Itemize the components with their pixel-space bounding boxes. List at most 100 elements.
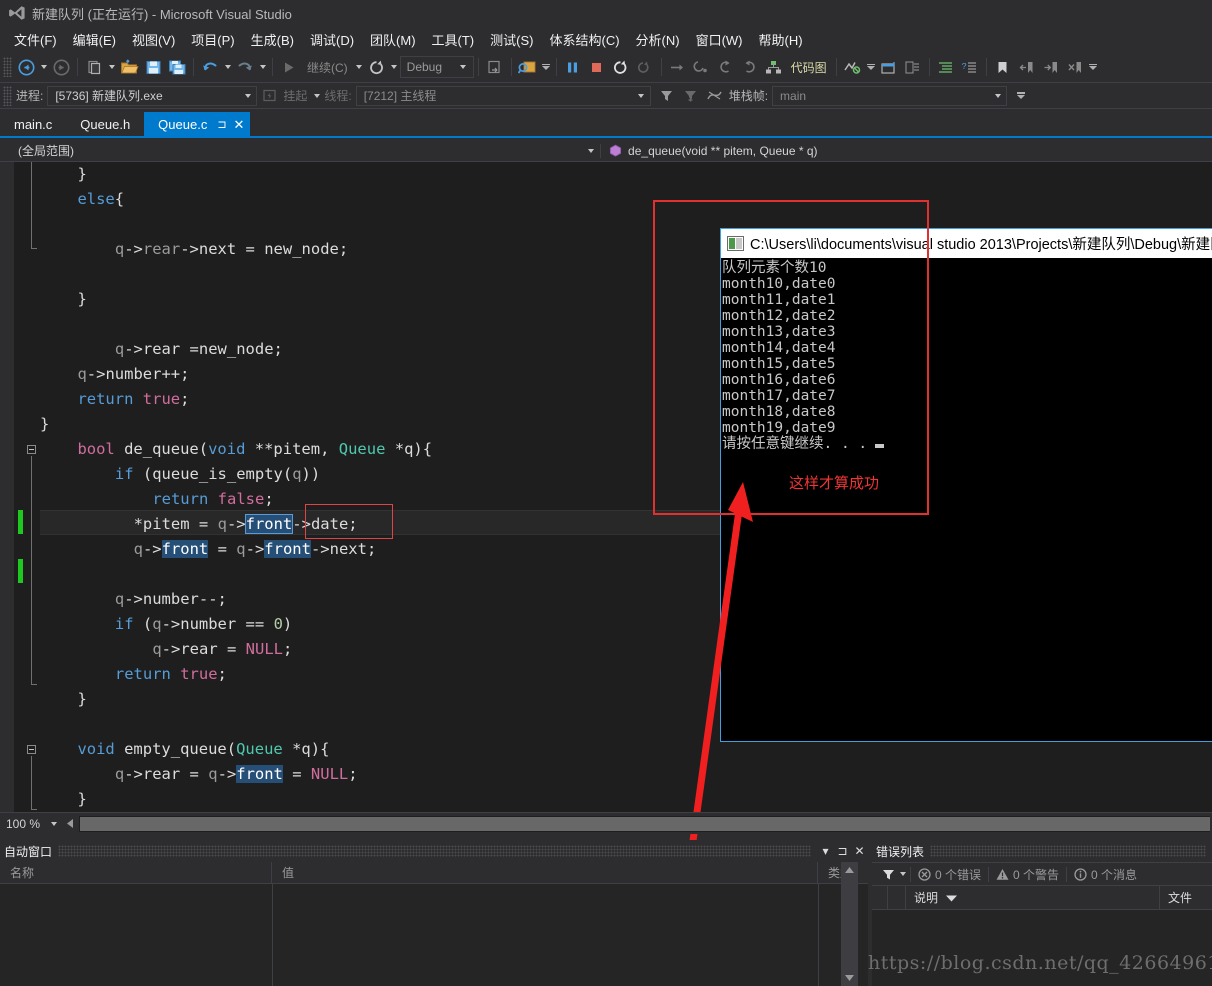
menu-file[interactable]: 文件(F)	[6, 27, 65, 52]
menu-edit[interactable]: 编辑(E)	[65, 27, 124, 52]
undo-icon[interactable]	[198, 55, 222, 79]
toggle-bookmark-icon[interactable]	[991, 55, 1015, 79]
continue-play-icon[interactable]	[277, 55, 301, 79]
toolbar-overflow-icon[interactable]	[1087, 55, 1099, 79]
open-folder-icon[interactable]	[117, 55, 141, 79]
filter-icon[interactable]	[655, 84, 679, 108]
step-return-icon[interactable]	[738, 55, 762, 79]
process-select[interactable]: [5736] 新建队列.exe	[47, 85, 258, 106]
stack-frame-icon[interactable]	[703, 84, 727, 108]
undo-dropdown[interactable]	[222, 55, 233, 79]
warnings-chip[interactable]: 0 个警告	[991, 866, 1064, 883]
close-icon[interactable]: ✕	[234, 118, 245, 131]
thread-select[interactable]: [7212] 主线程	[355, 85, 651, 106]
column-description[interactable]: 说明	[906, 885, 1160, 910]
code-map-icon[interactable]	[762, 55, 786, 79]
menu-architecture[interactable]: 体系结构(C)	[541, 27, 627, 52]
tab-main-c[interactable]: main.c	[0, 112, 66, 136]
horizontal-scroll-thumb[interactable]	[80, 816, 1210, 831]
breakpoint-margin[interactable]	[14, 162, 32, 812]
scope-select[interactable]: (全局范围)	[0, 139, 600, 163]
member-select[interactable]: de_queue(void ** pitem, Queue * q)	[600, 143, 1212, 158]
scroll-up-icon[interactable]	[841, 862, 858, 879]
autos-grid[interactable]: 名称 值 类型	[0, 861, 868, 986]
menu-view[interactable]: 视图(V)	[124, 27, 183, 52]
collapse-toggle-empty-queue[interactable]	[27, 745, 36, 754]
scroll-left-icon[interactable]	[63, 815, 79, 832]
messages-chip[interactable]: 0 个消息	[1069, 866, 1142, 883]
menu-tools[interactable]: 工具(T)	[424, 27, 483, 52]
errors-chip[interactable]: 0 个错误	[913, 866, 986, 883]
menu-debug[interactable]: 调试(D)	[302, 27, 362, 52]
horizontal-scrollbar[interactable]	[63, 815, 1210, 832]
chevron-down-icon[interactable]: ▾	[817, 842, 834, 860]
panel-drag-handle[interactable]	[930, 845, 1206, 857]
previous-bookmark-icon[interactable]	[1015, 55, 1039, 79]
toolbar-grip[interactable]	[3, 57, 12, 77]
collapse-toggle-de-queue[interactable]	[27, 445, 36, 454]
stack-frame-select[interactable]: main	[772, 85, 1008, 106]
show-next-statement-icon[interactable]	[633, 55, 657, 79]
redo-icon[interactable]	[233, 55, 257, 79]
menu-help[interactable]: 帮助(H)	[751, 27, 811, 52]
menu-window[interactable]: 窗口(W)	[688, 27, 751, 52]
restart-icon[interactable]	[365, 55, 389, 79]
attach-to-process-icon[interactable]	[483, 55, 507, 79]
navigate-forward-icon[interactable]	[49, 55, 73, 79]
pin-icon[interactable]: ⊐	[834, 842, 851, 860]
column-file[interactable]: 文件	[1160, 886, 1212, 910]
continue-button[interactable]: 继续(C)	[301, 55, 354, 79]
autos-vertical-scrollbar[interactable]	[841, 862, 858, 986]
filter-icon[interactable]	[880, 865, 897, 883]
diagnostic-tools-icon[interactable]	[841, 55, 865, 79]
menu-test[interactable]: 测试(S)	[482, 27, 541, 52]
scroll-down-icon[interactable]	[841, 969, 858, 986]
solution-configuration-select[interactable]: Debug	[399, 56, 474, 78]
new-item-dropdown[interactable]	[106, 55, 117, 79]
navigate-back-dropdown[interactable]	[38, 55, 49, 79]
autos-rows[interactable]	[0, 884, 868, 986]
filter-dropdown[interactable]	[897, 862, 908, 886]
menu-build[interactable]: 生成(B)	[243, 27, 302, 52]
column-value[interactable]: 值	[272, 861, 818, 884]
stop-debugging-icon[interactable]	[585, 55, 609, 79]
find-overflow-icon[interactable]	[540, 55, 552, 79]
navigate-back-icon[interactable]	[14, 55, 38, 79]
pin-icon[interactable]: ⊐	[217, 118, 226, 131]
column-name[interactable]: 名称	[0, 861, 272, 884]
clear-bookmarks-icon[interactable]	[1063, 55, 1087, 79]
comment-selection-icon[interactable]	[901, 55, 925, 79]
step-into-icon[interactable]	[690, 55, 714, 79]
continue-dropdown[interactable]	[354, 55, 365, 79]
format-document-icon[interactable]: ?	[958, 55, 982, 79]
suspend-dropdown[interactable]	[311, 84, 322, 108]
tab-queue-c[interactable]: Queue.c ⊐ ✕	[144, 112, 251, 136]
redo-dropdown[interactable]	[257, 55, 268, 79]
diagnostics-overflow-icon[interactable]	[865, 55, 877, 79]
suspend-icon[interactable]	[257, 84, 281, 108]
restart-debugging-icon[interactable]	[609, 55, 633, 79]
menu-project[interactable]: 项目(P)	[183, 27, 242, 52]
break-all-icon[interactable]	[561, 55, 585, 79]
find-in-files-icon[interactable]	[516, 55, 540, 79]
new-item-icon[interactable]	[82, 55, 106, 79]
save-all-icon[interactable]	[165, 55, 189, 79]
next-bookmark-icon[interactable]	[1039, 55, 1063, 79]
step-over-icon[interactable]	[666, 55, 690, 79]
restart-dropdown[interactable]	[389, 55, 400, 79]
code-map-button[interactable]: 代码图	[786, 55, 832, 79]
close-icon[interactable]: ✕	[851, 842, 868, 860]
step-out-icon[interactable]	[714, 55, 738, 79]
menu-team[interactable]: 团队(M)	[362, 27, 424, 52]
menu-analyze[interactable]: 分析(N)	[628, 27, 688, 52]
window-layout-icon[interactable]	[877, 55, 901, 79]
clear-filter-icon[interactable]	[679, 84, 703, 108]
save-icon[interactable]	[141, 55, 165, 79]
increase-indent-icon[interactable]	[934, 55, 958, 79]
debugbar-overflow-icon[interactable]	[1015, 84, 1027, 108]
error-list-rows[interactable]	[872, 910, 1212, 986]
debugbar-grip[interactable]	[3, 85, 12, 106]
panel-drag-handle[interactable]	[58, 845, 811, 857]
zoom-level-select[interactable]: 100 %	[2, 814, 63, 834]
tab-queue-h[interactable]: Queue.h	[66, 112, 144, 136]
